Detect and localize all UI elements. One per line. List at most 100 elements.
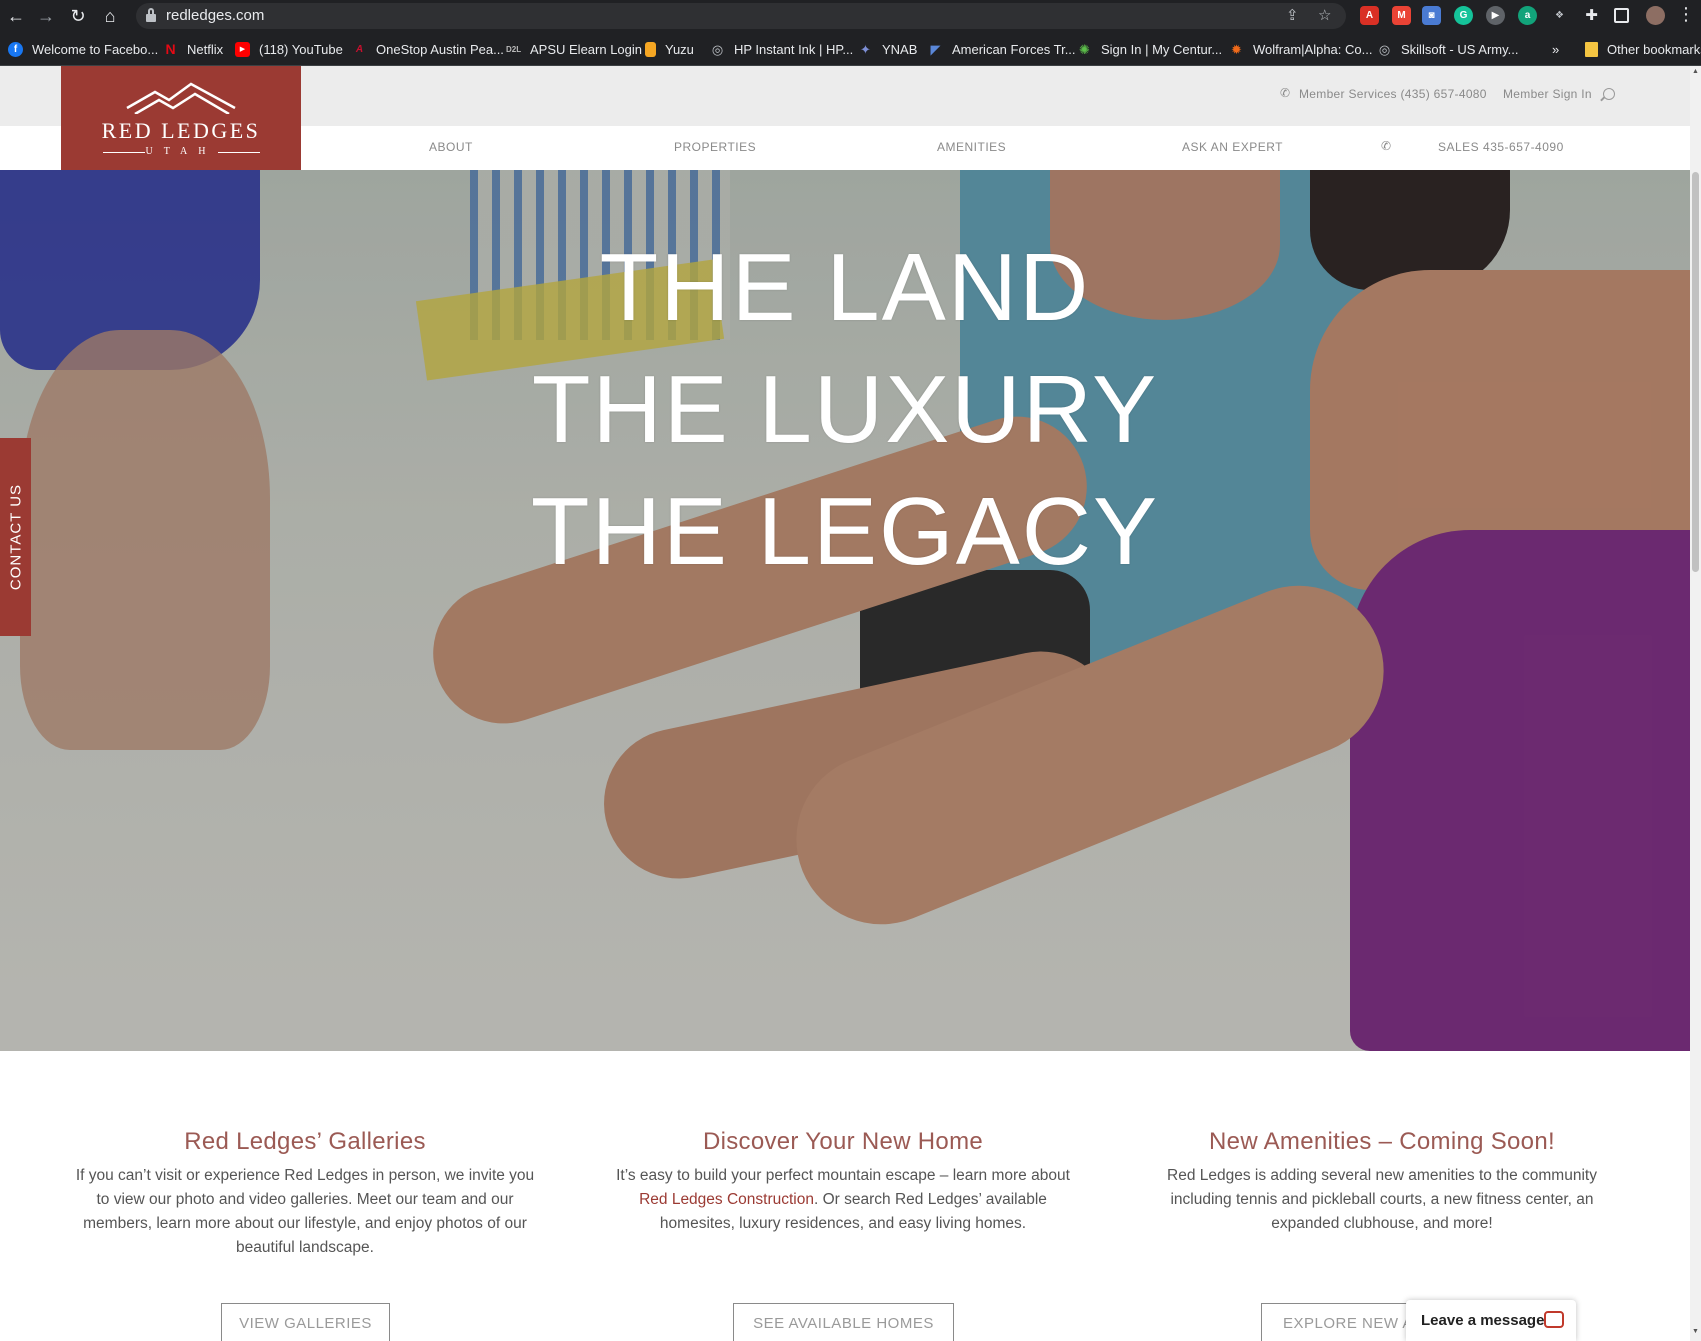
- share-icon[interactable]: ⇪: [1286, 6, 1299, 24]
- discover-home-text: It’s easy to build your perfect mountain…: [608, 1164, 1078, 1236]
- yuzu-icon: [645, 41, 656, 57]
- nav-about[interactable]: ABOUT: [429, 140, 473, 154]
- dropbox-extension-icon[interactable]: ❖: [1550, 6, 1569, 25]
- gmail-extension-icon[interactable]: M: [1392, 6, 1411, 25]
- contact-us-label: CONTACT US: [7, 483, 24, 591]
- contact-us-tab[interactable]: CONTACT US: [0, 438, 31, 636]
- chat-bubble-icon: [1544, 1311, 1564, 1328]
- globe-icon: ◎: [1378, 41, 1391, 57]
- bookmark-item[interactable]: D2L APSU Elearn Login: [506, 40, 642, 58]
- bookmark-item[interactable]: Yuzu: [645, 40, 694, 58]
- phone-icon: ✆: [1280, 86, 1291, 100]
- new-amenities-title: New Amenities – Coming Soon!: [1209, 1128, 1555, 1155]
- browser-toolbar: ← → ↻ ⌂ redledges.com ⇪ ☆ A M ◙ G ▶ a ❖ …: [0, 0, 1701, 32]
- red-ledges-logo[interactable]: RED LEDGES UTAH: [61, 66, 301, 170]
- apsu-icon: A: [355, 43, 364, 55]
- bookmark-item[interactable]: ▶ (118) YouTube: [235, 40, 343, 58]
- member-sign-in-link[interactable]: Member Sign In: [1503, 87, 1592, 101]
- scroll-thumb[interactable]: [1692, 172, 1699, 572]
- discover-home-section: Discover Your New Home It’s easy to buil…: [608, 1128, 1078, 1236]
- hero-line-legacy: THE LEGACY: [530, 478, 1160, 585]
- lock-icon: [146, 8, 156, 22]
- bookmark-label: Other bookmarks: [1607, 41, 1701, 57]
- bookmark-label: (118) YouTube: [259, 41, 343, 57]
- bookmark-item[interactable]: Other bookmarks: [1585, 40, 1701, 58]
- facebook-icon: f: [8, 41, 23, 57]
- bookmarks-bar: f Welcome to Facebo... N Netflix ▶ (118) Yo…: [0, 32, 1701, 66]
- play-extension-icon[interactable]: ▶: [1486, 6, 1505, 25]
- youtube-icon: ▶: [235, 41, 250, 57]
- scroll-down-icon[interactable]: ▼: [1691, 1328, 1700, 1335]
- folder-icon: [1585, 41, 1598, 57]
- address-bar[interactable]: redledges.com ⇪ ☆: [136, 3, 1346, 29]
- grammarly-extension-icon[interactable]: G: [1454, 6, 1473, 25]
- page-scrollbar[interactable]: ▲ ▼: [1690, 66, 1701, 1341]
- bookmark-label: OneStop Austin Pea...: [376, 41, 504, 57]
- galleries-text: If you can’t visit or experience Red Led…: [75, 1167, 535, 1256]
- adblock-extension-icon[interactable]: A: [1360, 6, 1379, 25]
- ynab-icon: ✦: [860, 41, 871, 57]
- nav-amenities[interactable]: AMENITIES: [937, 140, 1006, 154]
- aft-icon: ◤: [930, 41, 941, 57]
- logo-divider: [218, 152, 260, 153]
- puzzle-extensions-icon[interactable]: ✚: [1582, 6, 1601, 25]
- camera-extension-icon[interactable]: ◙: [1422, 6, 1441, 25]
- browser-menu-icon[interactable]: ⋮: [1677, 4, 1695, 25]
- nav-sales-phone[interactable]: SALES 435-657-4090: [1438, 140, 1564, 154]
- globe-icon: ◎: [711, 41, 724, 57]
- scroll-up-icon[interactable]: ▲: [1691, 68, 1700, 75]
- chat-label: Leave a message: [1421, 1312, 1545, 1329]
- netflix-icon: N: [165, 40, 176, 57]
- star-icon[interactable]: ☆: [1318, 6, 1331, 24]
- bookmark-item[interactable]: ✺ Sign In | My Centur...: [1077, 40, 1222, 58]
- bookmark-label: Netflix: [187, 41, 224, 57]
- logo-sub: UTAH: [145, 146, 217, 157]
- profile-avatar[interactable]: [1646, 6, 1665, 25]
- forward-arrow-icon[interactable]: →: [34, 4, 58, 28]
- bookmark-label: Welcome to Facebo...: [32, 41, 159, 57]
- bookmark-item[interactable]: ✦ YNAB: [858, 40, 917, 58]
- bookmark-item[interactable]: f Welcome to Facebo...: [8, 40, 158, 58]
- bookmark-item[interactable]: ◎ HP Instant Ink | HP...: [710, 40, 853, 58]
- logo-name: RED LEDGES: [101, 118, 261, 143]
- nav-ask-an-expert[interactable]: ASK AN EXPERT: [1182, 140, 1283, 154]
- bookmark-label: Wolfram|Alpha: Co...: [1253, 41, 1373, 57]
- construction-link[interactable]: Red Ledges Construction: [639, 1191, 814, 1208]
- phone-icon: ✆: [1381, 139, 1392, 153]
- mountain-logo-icon: [126, 82, 236, 114]
- side-panel-icon[interactable]: [1614, 8, 1629, 23]
- galleries-title: Red Ledges’ Galleries: [184, 1128, 426, 1155]
- bookmark-item[interactable]: A OneStop Austin Pea...: [352, 40, 504, 58]
- bookmark-item[interactable]: ◤ American Forces Tr...: [928, 40, 1076, 58]
- url-text[interactable]: redledges.com: [166, 7, 264, 24]
- century-icon: ✺: [1079, 41, 1090, 57]
- hero-line-luxury: THE LUXURY: [531, 356, 1159, 463]
- bookmark-label: Yuzu: [665, 41, 694, 57]
- search-icon[interactable]: [1603, 88, 1615, 100]
- discover-text-start: It’s easy to build your perfect mountain…: [616, 1167, 1070, 1184]
- bookmark-item[interactable]: ✹ Wolfram|Alpha: Co...: [1229, 40, 1372, 58]
- bookmark-item[interactable]: N Netflix: [163, 40, 223, 58]
- hero-line-land: THE LAND: [599, 234, 1091, 341]
- bookmark-label: APSU Elearn Login: [530, 41, 643, 57]
- bookmark-label: Skillsoft - US Army...: [1401, 41, 1519, 57]
- back-arrow-icon[interactable]: ←: [4, 4, 28, 28]
- new-amenities-text: Red Ledges is adding several new ameniti…: [1167, 1167, 1597, 1232]
- hero-image: THE LAND THE LUXURY THE LEGACY CONTACT U…: [0, 170, 1690, 1051]
- bookmarks-overflow-icon[interactable]: »: [1552, 40, 1559, 58]
- member-services-link[interactable]: Member Services (435) 657-4080: [1299, 87, 1487, 101]
- see-available-homes-button[interactable]: SEE AVAILABLE HOMES: [733, 1303, 954, 1341]
- discover-home-title: Discover Your New Home: [702, 1128, 984, 1155]
- bookmark-item[interactable]: ◎ Skillsoft - US Army...: [1377, 40, 1519, 58]
- view-galleries-button[interactable]: VIEW GALLERIES: [221, 1303, 390, 1341]
- explore-new-amenities-button[interactable]: EXPLORE NEW A: [1261, 1303, 1421, 1341]
- a-extension-icon[interactable]: a: [1518, 6, 1537, 25]
- nav-properties[interactable]: PROPERTIES: [674, 140, 756, 154]
- galleries-section: Red Ledges’ Galleries If you can’t visit…: [70, 1128, 540, 1260]
- reload-icon[interactable]: ↻: [66, 4, 90, 28]
- bookmark-label: HP Instant Ink | HP...: [734, 41, 854, 57]
- chat-widget[interactable]: Leave a message: [1406, 1300, 1576, 1341]
- bookmark-label: American Forces Tr...: [952, 41, 1076, 57]
- d2l-icon: D2L: [506, 44, 522, 54]
- home-icon[interactable]: ⌂: [98, 4, 122, 28]
